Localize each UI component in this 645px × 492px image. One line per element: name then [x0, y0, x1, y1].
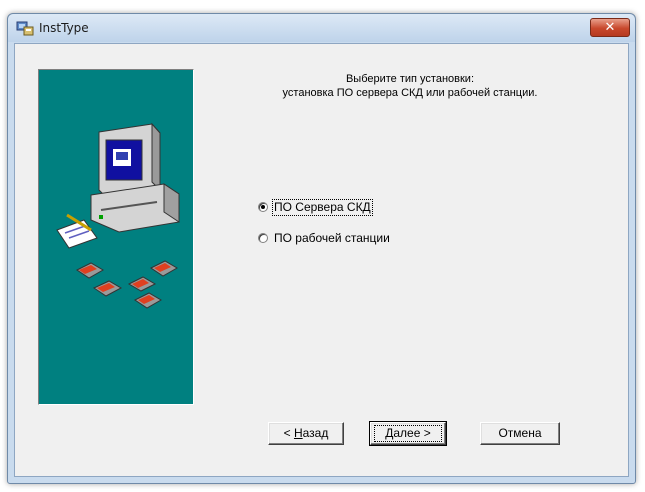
option-workstation-label[interactable]: ПО рабочей станции	[274, 231, 390, 246]
side-panel	[38, 69, 194, 405]
computer-illustration	[56, 122, 180, 309]
window-title: InstType	[39, 21, 89, 35]
back-accel: Н	[293, 426, 303, 440]
back-prefix: <	[283, 426, 294, 440]
dialog-client-area: Выберите тип установки: установка ПО сер…	[14, 43, 629, 477]
option-server-label[interactable]: ПО Сервера СКД	[272, 199, 373, 216]
instruction-line-2: установка ПО сервера СКД или рабочей ста…	[282, 87, 538, 99]
next-focus-rect: Далее >	[374, 425, 442, 442]
back-rest: азад	[302, 426, 329, 440]
close-button[interactable]: ✕	[590, 18, 630, 37]
cancel-button[interactable]: Отмена	[480, 422, 560, 445]
instruction-line-1: Выберите тип установки:	[345, 73, 475, 85]
radio-server[interactable]	[258, 202, 268, 212]
back-button[interactable]: < Назад	[268, 422, 344, 445]
installer-window: InstType ✕ Выберите тип установки: устан…	[7, 13, 636, 484]
title-bar[interactable]: InstType ✕	[8, 14, 635, 42]
radio-workstation[interactable]	[258, 233, 268, 243]
next-button[interactable]: Далее >	[369, 421, 447, 446]
instruction-text: Выберите тип установки: установка ПО сер…	[220, 72, 600, 100]
installer-icon	[16, 21, 34, 36]
close-icon: ✕	[604, 20, 616, 35]
next-rest: алее >	[393, 426, 431, 440]
